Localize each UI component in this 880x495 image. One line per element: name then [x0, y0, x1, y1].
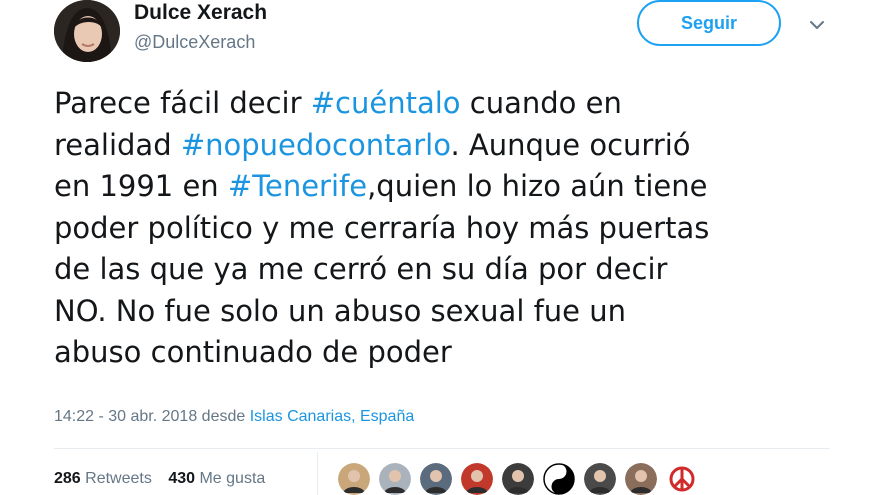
- chevron-down-icon[interactable]: [806, 14, 828, 36]
- hashtag-link[interactable]: #cuéntalo: [311, 86, 461, 120]
- liker-avatar-3[interactable]: [420, 463, 452, 495]
- tweet-metadata: 14:22 - 30 abr. 2018 desde Islas Canaria…: [54, 408, 414, 426]
- likes-label: Me gusta: [199, 470, 266, 487]
- liker-avatar-8[interactable]: [625, 463, 657, 495]
- stats-divider: [317, 452, 318, 495]
- likers-avatars: [338, 463, 698, 495]
- display-name[interactable]: Dulce Xerach: [134, 1, 267, 25]
- follow-button[interactable]: Seguir: [637, 0, 781, 46]
- tweet-text-segment: ,quien lo hizo aún tiene: [367, 169, 708, 203]
- likes-count: 430: [168, 470, 196, 487]
- tweet-text-segment: cuando en: [460, 86, 622, 120]
- tweet-timestamp[interactable]: 14:22 - 30 abr. 2018 desde: [54, 408, 250, 425]
- location-link-islas-canarias[interactable]: Islas Canarias: [250, 408, 351, 425]
- tweet-text-segment: en 1991 en: [54, 169, 228, 203]
- liker-avatar-4[interactable]: [461, 463, 493, 495]
- location-link-espana[interactable]: España: [360, 408, 414, 425]
- tweet-text-segment: de las que ya me cerró en su día por dec…: [54, 252, 668, 286]
- retweets-count: 286: [54, 470, 81, 487]
- liker-avatar-7[interactable]: [584, 463, 616, 495]
- tweet-card: Dulce Xerach @DulceXerach Seguir Parece …: [0, 0, 880, 495]
- retweets-stat[interactable]: 286 Retweets: [54, 470, 152, 487]
- liker-avatar-5[interactable]: [502, 463, 534, 495]
- hashtag-link[interactable]: #nopuedocontarlo: [181, 128, 451, 162]
- tweet-text-segment: realidad: [54, 127, 181, 162]
- tweet-text-segment: Parece fácil decir: [54, 86, 311, 120]
- avatar[interactable]: [54, 0, 120, 62]
- tweet-text-segment: NO. No fue solo un abuso sexual fue un: [54, 293, 626, 328]
- tweet-text-segment: . Aunque ocurrió: [450, 127, 691, 162]
- location-separator: ,: [351, 408, 360, 425]
- tweet-text: Parece fácil decir #cuéntalo cuando en re…: [54, 83, 834, 374]
- tweet-stats: 286 Retweets 430 Me gusta: [54, 470, 277, 488]
- retweets-label: Retweets: [85, 470, 152, 487]
- liker-avatar-1[interactable]: [338, 463, 370, 495]
- likes-stat[interactable]: 430 Me gusta: [168, 470, 265, 487]
- peace-sign-avatar[interactable]: [666, 463, 698, 495]
- divider: [54, 448, 830, 449]
- liker-avatar-2[interactable]: [379, 463, 411, 495]
- user-handle[interactable]: @DulceXerach: [134, 32, 255, 53]
- yin-yang-avatar[interactable]: [543, 463, 575, 495]
- tweet-text-segment: poder político y me cerraría hoy más pue…: [54, 210, 710, 245]
- tweet-text-segment: abuso continuado de poder: [54, 335, 452, 369]
- hashtag-link[interactable]: #Tenerife: [228, 169, 367, 203]
